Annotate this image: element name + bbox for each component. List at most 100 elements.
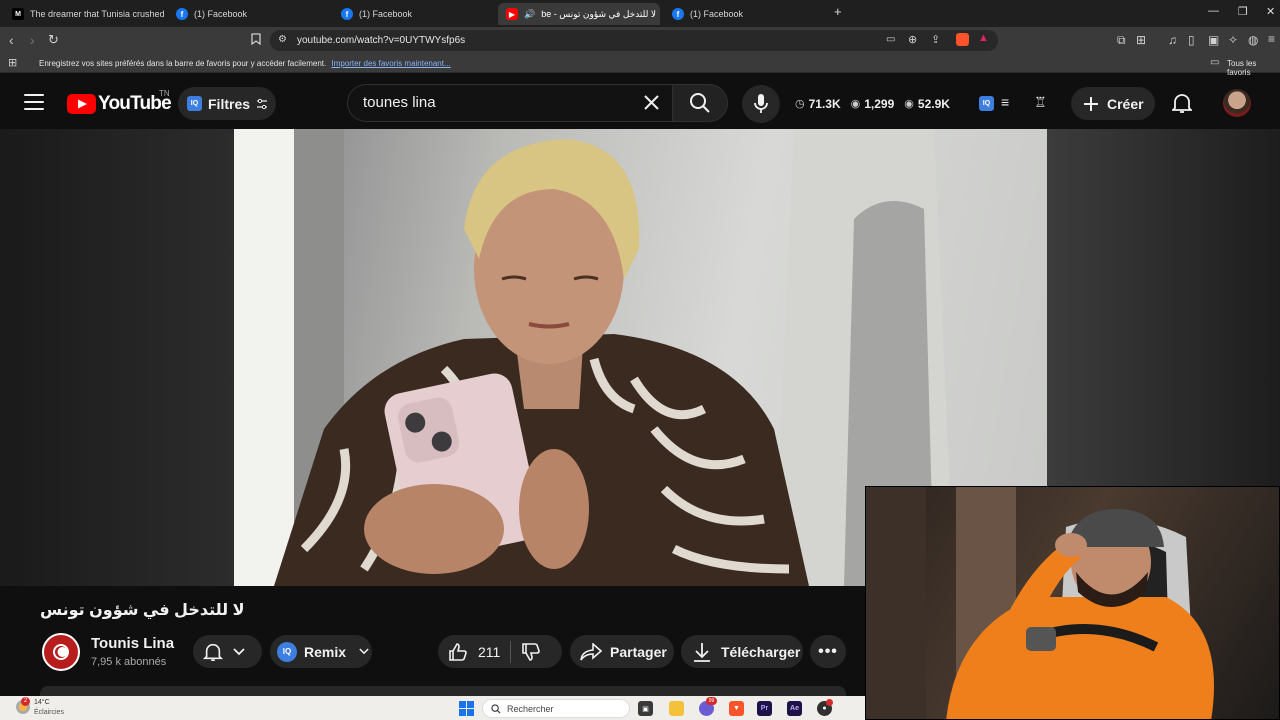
create-button[interactable]: Créer: [1071, 87, 1155, 120]
brave-rewards-icon[interactable]: ▲: [978, 32, 989, 44]
video-title: لا للتدخل في شؤون تونس: [40, 602, 245, 619]
wallet-icon[interactable]: ▣: [1208, 33, 1219, 47]
like-count[interactable]: 211: [478, 644, 500, 660]
maximize-icon[interactable]: ❐: [1238, 5, 1248, 18]
medium-icon: M: [12, 8, 24, 20]
browser-tab[interactable]: f (1) Facebook: [664, 3, 824, 25]
media-icon[interactable]: ♫: [1168, 33, 1177, 47]
share-arrow-icon: [580, 642, 602, 660]
like-divider: [510, 640, 512, 663]
filters-button[interactable]: IQ Filtres: [178, 87, 276, 120]
reload-icon[interactable]: ↻: [48, 32, 59, 48]
all-bookmarks-button[interactable]: Tous les favoris: [1227, 59, 1280, 77]
search-button[interactable]: [672, 84, 728, 122]
browser-tab[interactable]: f (1) Facebook: [333, 3, 493, 25]
share-label: Partager: [610, 643, 667, 660]
share-button[interactable]: Partager: [570, 635, 674, 668]
tab-search-icon[interactable]: ⊞: [1136, 33, 1146, 47]
channel-avatar[interactable]: [42, 633, 80, 671]
close-window-icon[interactable]: ✕: [1266, 5, 1275, 18]
plus-icon: [1084, 96, 1098, 111]
subscription-bell-button[interactable]: [193, 635, 262, 668]
iq-icon: IQ: [187, 96, 202, 111]
weather-temperature[interactable]: 14°C: [34, 699, 50, 706]
facebook-icon: f: [176, 8, 188, 20]
speaker-icon: 🔊: [524, 8, 536, 19]
list-icon[interactable]: ≡: [1001, 94, 1009, 110]
browser-tab[interactable]: M The dreamer that Tunisia crushed. Th: [4, 3, 164, 25]
youtube-icon: ▶: [506, 8, 518, 20]
site-settings-icon[interactable]: ⚙: [278, 34, 287, 45]
iq-icon[interactable]: IQ: [979, 96, 994, 111]
notifications-bell-icon[interactable]: [1172, 92, 1192, 114]
new-tab-icon[interactable]: +: [834, 4, 842, 19]
channel-name[interactable]: Tounis Lina: [91, 635, 174, 652]
sidebar-icon[interactable]: ▯: [1188, 33, 1195, 47]
extension-stats: ◷ 71.3K ◉ 1,299 ◉ 52.9K: [795, 87, 950, 120]
bell-icon: [203, 643, 223, 661]
more-horizontal-icon: •••: [818, 642, 838, 660]
more-actions-button[interactable]: •••: [810, 635, 846, 668]
import-bookmarks-link[interactable]: Importer des favoris maintenant...: [331, 59, 450, 68]
create-label: Créer: [1107, 95, 1144, 112]
stat-value: 71.3K: [808, 96, 841, 111]
remix-label: Remix: [304, 643, 347, 660]
voice-search-button[interactable]: [742, 85, 780, 123]
bookmarks-prompt: Enregistrez vos sites préférés dans la b…: [39, 59, 451, 68]
tunisia-flag-icon: [53, 644, 69, 660]
download-button[interactable]: Télécharger: [681, 635, 803, 668]
task-view-icon[interactable]: ▣: [638, 701, 653, 716]
menu-icon[interactable]: ≡: [1268, 32, 1275, 46]
download-label: Télécharger: [721, 643, 801, 660]
account-avatar[interactable]: [1223, 89, 1251, 117]
remix-button[interactable]: IQ Remix: [270, 635, 372, 668]
browser-tab[interactable]: f (1) Facebook: [168, 3, 328, 25]
stat-views-total: ◉ 52.9K: [904, 97, 950, 111]
windows-start-icon[interactable]: [459, 701, 474, 716]
back-icon[interactable]: ‹: [9, 32, 14, 48]
eye-icon: ◉: [904, 98, 914, 110]
bookmark-icon[interactable]: [251, 33, 261, 45]
browser-tab-active[interactable]: ▶ 🔊 be - لا للتدخل في شؤون تونس ✕: [498, 3, 660, 25]
stat-views-hour: ◉ 1,299: [851, 97, 895, 111]
vpn-icon[interactable]: ◍: [1248, 33, 1258, 47]
trophy-icon[interactable]: ♖: [1034, 94, 1047, 111]
search-icon: [690, 93, 710, 113]
minimize-icon[interactable]: —: [1208, 5, 1219, 17]
youtube-play-icon: [67, 94, 96, 114]
like-thumb-icon[interactable]: [448, 642, 468, 662]
weather-badge: 2: [21, 697, 30, 706]
after-effects-icon[interactable]: Ae: [787, 701, 802, 716]
brave-shield-icon[interactable]: [956, 33, 969, 46]
taskbar-search[interactable]: Rechercher: [482, 699, 630, 718]
like-dislike-group: 211: [438, 635, 562, 668]
clear-search-icon[interactable]: [643, 94, 660, 111]
apps-icon[interactable]: ⊞: [8, 56, 17, 69]
leo-icon[interactable]: ✧: [1228, 33, 1238, 47]
clock-icon: ◷: [795, 98, 805, 110]
description-box[interactable]: [40, 686, 846, 696]
url-text[interactable]: youtube.com/watch?v=0UYTWYsfp6s: [297, 35, 465, 46]
youtube-logo[interactable]: YouTube: [67, 93, 172, 115]
subscriber-count: 7,95 k abonnés: [91, 656, 167, 668]
premiere-pro-icon[interactable]: Pr: [757, 701, 772, 716]
streamer-webcam: [865, 486, 1280, 720]
share-icon[interactable]: ⇪: [931, 33, 940, 46]
ambient-glow-right: [1047, 129, 1280, 486]
facebook-icon: f: [341, 8, 353, 20]
file-explorer-icon[interactable]: [669, 701, 684, 716]
taskbar-search-placeholder: Rechercher: [507, 703, 554, 714]
search-query-text[interactable]: tounes lina: [363, 94, 436, 111]
forward-icon[interactable]: ›: [30, 32, 35, 48]
zoom-icon[interactable]: ⊕: [908, 33, 917, 46]
extensions-icon[interactable]: ⧉: [1117, 33, 1126, 48]
hamburger-menu-icon[interactable]: [24, 94, 44, 112]
dislike-thumb-icon[interactable]: [521, 642, 541, 662]
stat-views-time: ◷ 71.3K: [795, 97, 841, 111]
filters-label: Filtres: [208, 95, 251, 112]
stat-value: 52.9K: [917, 96, 950, 111]
weather-description[interactable]: Éclaircies: [34, 709, 64, 716]
download-icon: [694, 642, 710, 662]
brave-browser-icon[interactable]: ▼: [729, 701, 744, 716]
cast-icon[interactable]: ▭: [886, 34, 895, 45]
